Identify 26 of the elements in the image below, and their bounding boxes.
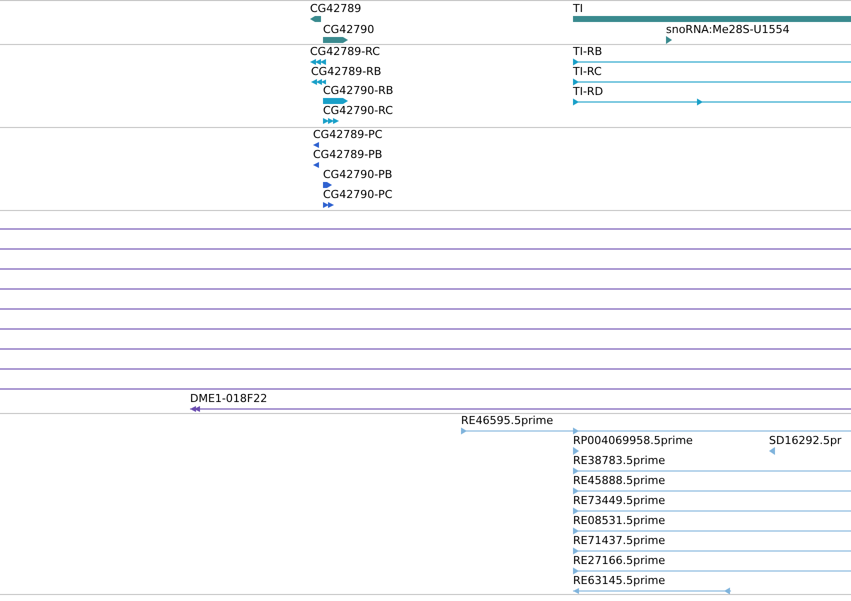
feature-label: CG42790-PC <box>323 189 392 201</box>
feature-label: RE08531.5prime <box>573 515 666 527</box>
feature-label: snoRNA:Me28S-U1554 <box>666 24 790 36</box>
feature-label: DME1-018F22 <box>190 393 268 405</box>
feature-label: RE73449.5prime <box>573 495 666 507</box>
feature-label: RE45888.5prime <box>573 475 666 487</box>
feature-label: TI-RC <box>573 66 602 78</box>
feature-label: CG42790-RB <box>323 85 394 97</box>
feature-label: SD16292.5pr <box>769 435 842 447</box>
feature-label: CG42790 <box>323 24 374 36</box>
feature-label: TI <box>573 3 583 15</box>
feature-label: CG42789-PB <box>313 149 382 161</box>
feature-label: RE71437.5prime <box>573 535 666 547</box>
feature-label: TI-RD <box>573 86 604 98</box>
feature-label: CG42789-RC <box>310 46 380 58</box>
feature-label: CG42789-RB <box>311 66 382 78</box>
feature-label: RE27166.5prime <box>573 555 666 567</box>
feature-label: CG42789 <box>310 3 362 15</box>
feature-label: CG42790-PB <box>323 169 392 181</box>
feature-label: RP004069958.5prime <box>573 435 693 447</box>
feature-label: RE46595.5prime <box>461 415 554 427</box>
feature-label: RE63145.5prime <box>573 575 666 587</box>
feature-label: TI-RB <box>573 46 602 58</box>
feature-label: RE38783.5prime <box>573 455 666 467</box>
feature-label: CG42790-RC <box>323 105 393 117</box>
feature-label: CG42789-PC <box>313 129 382 141</box>
